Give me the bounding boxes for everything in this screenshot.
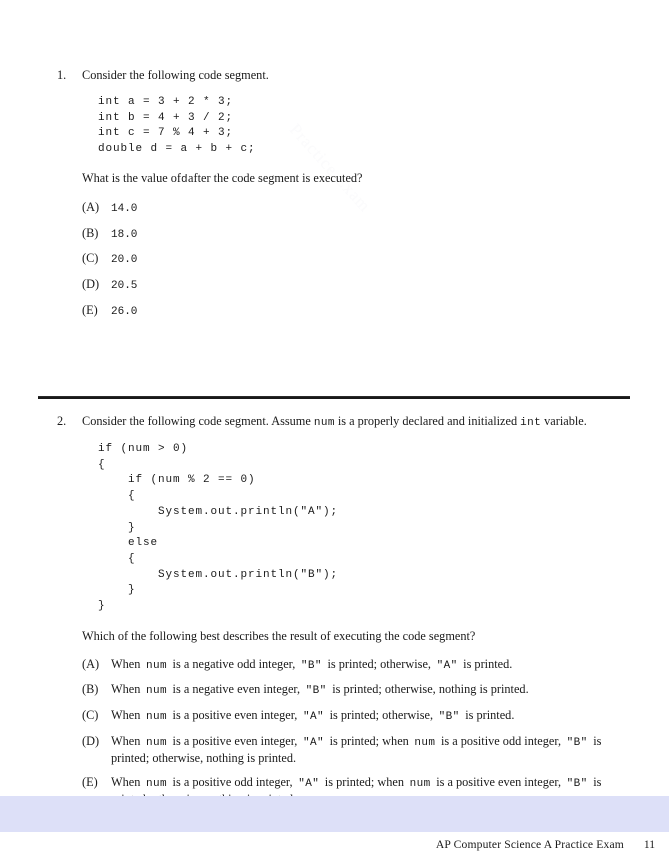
inline-text: When	[111, 733, 141, 748]
choice-e[interactable]: (E) 26.0	[0, 303, 669, 320]
choice-e-letter: (E)	[82, 774, 98, 789]
choice-e-text: 26.0	[111, 305, 138, 318]
inline-text: is a negative even integer,	[172, 682, 301, 697]
inline-code: num	[145, 777, 167, 790]
question-2-stem-type: int	[520, 417, 542, 429]
inline-code: "B"	[566, 736, 588, 749]
question-1-prompt-variable: d	[181, 173, 189, 186]
choice-a-text: 14.0	[111, 202, 138, 215]
choice-d-letter: (D)	[82, 276, 100, 291]
choice-d[interactable]: (D) When num is a positive even integer,…	[0, 734, 669, 766]
section-divider-rule	[38, 396, 630, 399]
choice-a[interactable]: (A) 14.0	[0, 200, 669, 217]
inline-text: is printed; otherwise,	[329, 708, 434, 723]
choice-b[interactable]: (B) 18.0	[0, 226, 669, 243]
choice-d-text: When num is a positive even integer, "A"…	[111, 734, 601, 765]
choice-c[interactable]: (C) When num is a positive even integer,…	[0, 708, 669, 725]
question-2-choices: (A) When num is a negative odd integer, …	[0, 657, 669, 807]
inline-code: num	[145, 659, 167, 672]
choice-a-letter: (A)	[82, 656, 100, 671]
choice-b-letter: (B)	[82, 682, 99, 697]
question-1-code-segment: int a = 3 + 2 * 3; int b = 4 + 3 / 2; in…	[98, 96, 256, 156]
question-2-prompt: Which of the following best describes th…	[82, 628, 476, 643]
inline-text: is printed.	[463, 656, 513, 671]
question-2-stem-part3: variable.	[544, 414, 587, 428]
inline-code: num	[145, 711, 167, 724]
question-1-stem: 1. Consider the following code segment.	[0, 68, 669, 83]
inline-text: is a positive even integer,	[172, 708, 298, 723]
inline-code: num	[409, 777, 431, 790]
inline-text: When	[111, 656, 141, 671]
question-2-stem-variable: num	[313, 417, 335, 429]
page-footer: AP Computer Science A Practice Exam 11	[0, 838, 669, 851]
inline-code: num	[145, 685, 167, 698]
inline-code: "B"	[566, 777, 588, 790]
choice-d-letter: (D)	[82, 733, 100, 748]
inline-text: is printed; when	[329, 733, 409, 748]
footer-page-number: 11	[643, 838, 655, 851]
inline-code: "A"	[302, 711, 324, 724]
inline-text: When	[111, 708, 141, 723]
inline-text: is printed; when	[324, 774, 405, 789]
inline-text: is a positive even integer,	[436, 774, 562, 789]
inline-text: is a positive odd integer,	[440, 733, 562, 748]
inline-text: is a positive even integer,	[172, 733, 298, 748]
inline-code: "A"	[302, 736, 324, 749]
choice-a-text: When num is a negative odd integer, "B" …	[111, 656, 513, 672]
inline-text: is printed.	[465, 708, 515, 723]
choice-d-text: 20.5	[111, 279, 138, 292]
inline-code: "A"	[436, 659, 458, 672]
choice-c[interactable]: (C) 20.0	[0, 251, 669, 268]
inline-code: "A"	[298, 777, 320, 790]
choice-c-letter: (C)	[82, 251, 99, 266]
question-1-prompt-before: What is the value of	[82, 170, 182, 185]
inline-code: "B"	[438, 711, 460, 724]
inline-text: is a positive odd integer,	[172, 774, 293, 789]
inline-text: is a negative odd integer,	[172, 656, 296, 671]
inline-text: When	[111, 682, 141, 697]
question-block-2: 2. Consider the following code segment. A…	[0, 414, 669, 816]
question-1-prompt-after: after the code segment is executed?	[188, 170, 363, 185]
question-block-1: 1. Consider the following code segment. …	[0, 68, 669, 328]
choice-a-letter: (A)	[82, 199, 100, 214]
choice-b[interactable]: (B) When num is a negative even integer,…	[0, 682, 669, 699]
footer-color-band	[0, 796, 669, 832]
inline-text: When	[111, 774, 141, 789]
choice-a[interactable]: (A) When num is a negative odd integer, …	[0, 657, 669, 674]
question-1-number: 1.	[57, 68, 67, 82]
inline-code: "B"	[300, 659, 322, 672]
choice-b-text: When num is a negative even integer, "B"…	[111, 682, 529, 698]
question-2-code-segment: if (num > 0) { if (num % 2 == 0) { Syste…	[98, 443, 339, 613]
question-1-prompt: What is the value ofdafter the code segm…	[82, 171, 635, 188]
question-2-number: 2.	[57, 414, 67, 428]
choice-b-text: 18.0	[111, 228, 138, 241]
choice-c-text: 20.0	[111, 254, 138, 267]
choice-d[interactable]: (D) 20.5	[0, 277, 669, 294]
question-1-choices: (A) 14.0 (B) 18.0 (C) 20.0 (D) 20.5 (E)	[0, 200, 669, 320]
question-1-stem-text: Consider the following code segment.	[82, 68, 269, 82]
choice-b-letter: (B)	[82, 225, 99, 240]
exam-page: Practice Exam Practice Exam Practice Exa…	[0, 0, 669, 866]
choice-e-letter: (E)	[82, 302, 98, 317]
question-2-stem: 2. Consider the following code segment. A…	[0, 414, 669, 431]
footer-exam-title: AP Computer Science A Practice Exam	[435, 838, 624, 851]
choice-c-letter: (C)	[82, 708, 99, 723]
question-2-stem-part2: is a properly declared and initialized	[337, 414, 518, 428]
inline-code: "B"	[305, 685, 327, 698]
inline-text: is printed; otherwise,	[327, 656, 431, 671]
inline-text: is printed; otherwise, nothing is printe…	[332, 682, 529, 697]
question-2-stem-part1: Consider the following code segment. Ass…	[82, 414, 311, 428]
choice-c-text: When num is a positive even integer, "A"…	[111, 708, 515, 724]
inline-code: num	[145, 736, 167, 749]
inline-code: num	[414, 736, 436, 749]
